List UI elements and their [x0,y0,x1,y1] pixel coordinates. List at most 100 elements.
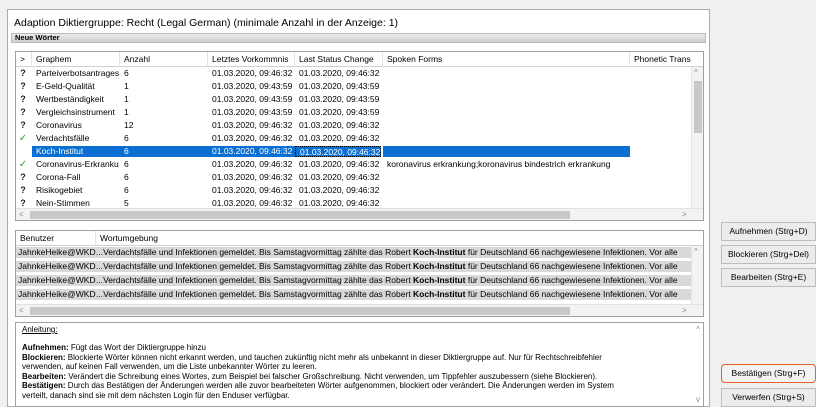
instruction-text: Fügt das Wort der Diktiergruppe hinzu [68,343,206,352]
instruction-text: Verändert die Schreibung eines Wortes, z… [66,371,598,381]
cell-graphem: Coronavirus [36,120,82,130]
context-before: ...Verdachtsfälle und Infektionen gemeld… [96,289,414,299]
table-row[interactable]: ? Corona-Fall 6 01.03.2020, 09:46:32 01.03.2… [16,172,692,183]
cell-graphem: Verdachtsfälle [36,133,90,143]
context-highlight-word: Koch-Institut [413,275,466,285]
scroll-up-icon[interactable]: ^ [694,68,698,78]
cell-anzahl: 1 [124,94,129,104]
verwerfen-button[interactable]: Verwerfen (Strg+S) [721,388,816,407]
table-row[interactable]: ✓ Verdachtsfälle 6 01.03.2020, 09:46:32 01.0… [16,133,692,144]
cell-spoken [383,107,630,118]
cell-spoken: koronavirus erkrankung;koronavirus binde… [387,159,611,169]
column-header-phonetic-trans[interactable]: Phonetic Trans [630,52,703,67]
context-highlight-word: Koch-Institut [413,247,466,257]
scroll-right-icon[interactable]: > [682,306,687,316]
instruction-text: verwenden, auf keinen Fall verwenden, um… [22,362,317,371]
cell-letztes: 01.03.2020, 09:46:32 [212,133,293,143]
words-vertical-scrollbar[interactable]: ^ [691,67,703,208]
status-marker [16,146,30,157]
cell-anzahl: 6 [124,185,129,195]
cell-status-change: 01.03.2020, 09:43:59 [299,81,380,91]
scroll-left-icon[interactable]: < [19,210,24,220]
instruction-line: Blockieren: Blockierte Wörter können nic… [22,353,682,363]
aufnehmen-button[interactable]: Aufnehmen (Strg+D) [721,222,816,241]
scroll-down-icon[interactable]: v [696,395,700,405]
column-header-letztes-vorkommnis[interactable]: Letztes Vorkommnis [208,52,295,67]
cell-anzahl: 1 [124,107,129,117]
table-row[interactable]: ? Vergleichsinstrument 1 01.03.2020, 09:43:… [16,107,692,118]
cell-graphem: Wertbeständigkeit [36,94,104,104]
column-header-expand[interactable]: > [16,52,32,67]
blockieren-button[interactable]: Blockieren (Strg+Del) [721,245,816,264]
column-header-benutzer[interactable]: Benutzer [16,231,96,246]
new-words-table[interactable]: > Graphem Anzahl Letztes Vorkommnis Last… [15,51,704,221]
table-row[interactable]: ? Risikogebiet 6 01.03.2020, 09:46:32 01.03.… [16,185,692,196]
words-horizontal-scrollbar[interactable]: < > [16,208,703,220]
cell-benutzer: JahnkeHeike@WKD [18,289,96,299]
checkmark-icon: ✓ [18,159,28,170]
cell-letztes: 01.03.2020, 09:46:32 [212,68,293,78]
dialog-title: Adaption Diktiergruppe: Recht (Legal Ger… [14,17,399,29]
cell-letztes: 01.03.2020, 09:43:59 [212,81,293,91]
context-after: für Deutschland 66 nachgewiesene Infekti… [465,275,678,285]
cell-status-change: 01.03.2020, 09:43:59 [299,94,380,104]
cell-wortumgebung: ...Verdachtsfälle und Infektionen gemeld… [96,289,678,300]
table-row[interactable]: JahnkeHeike@WKD ...Verdachtsfälle und Inf… [16,289,692,300]
cell-benutzer: JahnkeHeike@WKD [18,275,96,285]
question-mark-icon: ? [20,81,26,91]
table-header: Benutzer Wortumgebung [16,231,703,246]
context-vertical-scrollbar[interactable]: ^ [691,246,703,304]
scroll-thumb[interactable] [694,81,702,133]
context-highlight-word: Koch-Institut [413,261,466,271]
column-header-spoken-forms[interactable]: Spoken Forms [383,52,630,67]
cell-anzahl: 1 [124,81,129,91]
cell-wortumgebung: ...Verdachtsfälle und Infektionen gemeld… [96,261,678,272]
scroll-up-icon[interactable]: ^ [694,247,698,257]
section-header-new-words: Neue Wörter [11,33,706,43]
cell-status-change: 01.03.2020, 09:46:32 [299,68,380,78]
checkmark-icon: ✓ [18,133,28,144]
cell-anzahl: 12 [124,120,134,130]
cell-status-change: 01.03.2020, 09:46:32 [299,172,380,182]
cell-spoken [383,133,630,144]
table-row[interactable]: JahnkeHeike@WKD ...Verdachtsfälle und Inf… [16,261,692,272]
table-row[interactable]: ? Coronavirus 12 01.03.2020, 09:46:32 01.03.… [16,120,692,131]
cell-graphem: Coronavirus-Erkranku [36,159,119,169]
cell-letztes: 01.03.2020, 09:46:32 [212,185,293,195]
word-context-table[interactable]: Benutzer Wortumgebung JahnkeHeike@WKD...… [15,230,704,317]
table-row[interactable]: ? Wertbeständigkeit 1 01.03.2020, 09:43:59 0… [16,94,692,105]
instruction-line: verwenden, auf keinen Fall verwenden, um… [22,362,682,372]
scroll-thumb[interactable] [30,211,570,219]
column-header-last-status-change[interactable]: Last Status Change [295,52,383,67]
scroll-thumb[interactable] [30,307,570,315]
cell-graphem: Parteiverbotsantrages [36,68,120,78]
bestaetigen-button[interactable]: Bestätigen (Strg+F) [721,364,816,383]
scroll-right-icon[interactable]: > [682,210,687,220]
table-row[interactable]: ? E-Geld-Qualität 1 01.03.2020, 09:43:59 01.… [16,81,692,92]
cell-anzahl: 6 [124,172,129,182]
question-mark-icon: ? [20,120,26,130]
table-row[interactable]: JahnkeHeike@WKD ...Verdachtsfälle und Inf… [16,247,692,258]
cell-anzahl: 6 [124,133,129,143]
column-header-graphem[interactable]: Graphem [32,52,120,67]
context-horizontal-scrollbar[interactable]: < > [16,304,703,316]
cell-letztes: 01.03.2020, 09:46:32 [212,120,293,130]
instruction-key: Blockieren: [22,352,66,362]
table-row[interactable]: JahnkeHeike@WKD ...Verdachtsfälle und Inf… [16,275,692,286]
column-header-anzahl[interactable]: Anzahl [120,52,208,67]
cell-status-change: 01.03.2020, 09:46:32 [299,185,380,195]
question-mark-icon: ? [20,68,26,78]
bearbeiten-button[interactable]: Bearbeiten (Strg+E) [721,268,816,287]
instruction-text: verteilt, danach sind sie mit dem nächst… [22,390,290,400]
table-row[interactable]: Koch-Institut 6 01.03.2020, 09:46:32 01.03.… [16,146,692,157]
table-row[interactable]: ✓ Coronavirus-Erkranku 6 01.03.2020, 09:46:… [16,159,692,170]
cell-letztes: 01.03.2020, 09:43:59 [212,94,293,104]
scroll-up-icon[interactable]: ^ [696,325,700,335]
cell-graphem: Risikogebiet [36,185,83,195]
context-before: ...Verdachtsfälle und Infektionen gemeld… [96,275,414,285]
question-mark-icon: ? [20,94,26,104]
instructions-heading: Anleitung: [22,325,58,334]
column-header-wortumgebung[interactable]: Wortumgebung [96,231,696,246]
scroll-left-icon[interactable]: < [19,306,24,316]
table-row[interactable]: ? Parteiverbotsantrages 6 01.03.2020, 09:46… [16,68,692,79]
